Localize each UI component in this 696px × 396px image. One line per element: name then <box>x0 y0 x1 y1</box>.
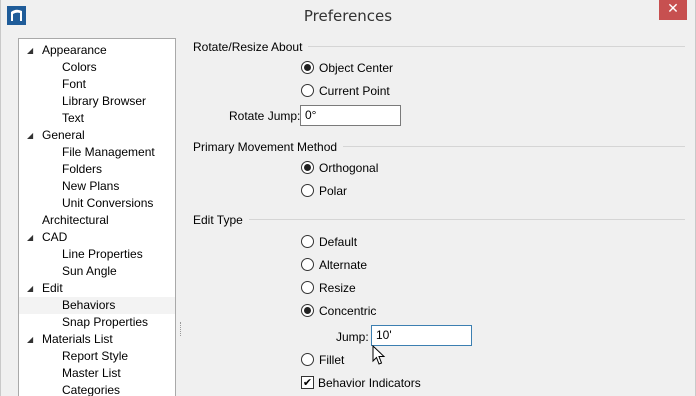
rotate-group-title: Rotate/Resize About <box>193 40 309 54</box>
tree-item-cad[interactable]: ◢ CAD <box>19 229 175 246</box>
rotate-jump-label: Rotate Jump: <box>229 109 301 123</box>
preferences-window: Preferences ✕ ◢ Appearance Colors Font L… <box>0 0 696 396</box>
tree-item-file-management[interactable]: File Management <box>19 144 175 161</box>
splitter-grip[interactable] <box>180 322 182 336</box>
tree-item-label: Font <box>62 77 87 91</box>
tree-item-edit[interactable]: ◢ Edit <box>19 280 175 297</box>
tree-item-label: Materials List <box>42 332 113 346</box>
tree-item-label: Behaviors <box>62 298 116 312</box>
checkbox-label: Behavior Indicators <box>318 376 421 390</box>
radio-label: Orthogonal <box>319 161 379 175</box>
tree-item-font[interactable]: Font <box>19 76 175 93</box>
tree-item-unit-conversions[interactable]: Unit Conversions <box>19 195 175 212</box>
tree-item-colors[interactable]: Colors <box>19 59 175 76</box>
tree-item-text[interactable]: Text <box>19 110 175 127</box>
tree-item-label: General <box>42 128 85 142</box>
radio-label: Default <box>319 235 358 249</box>
tree-item-label: Architectural <box>42 213 109 227</box>
close-icon: ✕ <box>667 1 679 17</box>
radio-label: Resize <box>319 281 356 295</box>
tree-item-label: Categories <box>62 383 121 396</box>
tree-item-label: CAD <box>42 230 68 244</box>
behavior-indicators-checkbox[interactable]: ✔ <box>301 376 314 389</box>
tree-item-snap-properties[interactable]: Snap Properties <box>19 314 175 331</box>
tree-item-behaviors[interactable]: Behaviors <box>19 297 175 314</box>
tree-item-label: File Management <box>62 145 155 159</box>
concentric-jump-input[interactable]: 10' <box>371 325 472 346</box>
tree-item-sun-angle[interactable]: Sun Angle <box>19 263 175 280</box>
tree-item-general[interactable]: ◢ General <box>19 127 175 144</box>
radio-label: Object Center <box>319 61 394 75</box>
tree-item-label: Snap Properties <box>62 315 149 329</box>
window-title: Preferences <box>303 7 393 25</box>
tree-item-master-list[interactable]: Master List <box>19 365 175 382</box>
radio-label: Current Point <box>319 84 390 98</box>
tree-item-label: Text <box>62 111 85 125</box>
tree-item-label: Sun Angle <box>62 264 117 278</box>
tree-item-label: Colors <box>62 60 97 74</box>
tree-item-new-plans[interactable]: New Plans <box>19 178 175 195</box>
title-bar: Preferences ✕ <box>1 0 695 31</box>
close-button[interactable]: ✕ <box>659 0 687 20</box>
concentric-jump-label: Jump: <box>336 330 369 344</box>
edit-type-group-title: Edit Type <box>193 213 249 227</box>
tree-item-label: Folders <box>62 162 103 176</box>
tree-item-label: Report Style <box>62 349 129 363</box>
radio-label: Alternate <box>319 258 368 272</box>
tree-item-label: New Plans <box>62 179 120 193</box>
group-separator <box>197 219 685 220</box>
radio-default[interactable] <box>301 235 314 248</box>
mouse-pointer-icon <box>372 345 386 365</box>
tree-item-materials-list[interactable]: ◢ Materials List <box>19 331 175 348</box>
checkmark-icon: ✔ <box>302 376 313 389</box>
radio-label: Fillet <box>319 353 345 367</box>
expanded-arrow-icon[interactable]: ◢ <box>27 229 37 246</box>
radio-orthogonal[interactable] <box>301 161 314 174</box>
expanded-arrow-icon[interactable]: ◢ <box>27 127 37 144</box>
tree-item-label: Line Properties <box>62 247 143 261</box>
tree-item-label: Appearance <box>42 43 107 57</box>
radio-polar[interactable] <box>301 184 314 197</box>
expanded-arrow-icon[interactable]: ◢ <box>27 42 37 59</box>
radio-current-point[interactable] <box>301 84 314 97</box>
tree-item-line-properties[interactable]: Line Properties <box>19 246 175 263</box>
tree-item-label: Master List <box>62 366 121 380</box>
tree-item-architectural[interactable]: Architectural <box>19 212 175 229</box>
radio-object-center[interactable] <box>301 61 314 74</box>
tree-item-appearance[interactable]: ◢ Appearance <box>19 42 175 59</box>
tree-item-categories[interactable]: Categories <box>19 382 175 396</box>
tree-item-library-browser[interactable]: Library Browser <box>19 93 175 110</box>
tree-item-report-style[interactable]: Report Style <box>19 348 175 365</box>
expanded-arrow-icon[interactable]: ◢ <box>27 331 37 348</box>
radio-alternate[interactable] <box>301 258 314 271</box>
category-tree[interactable]: ◢ Appearance Colors Font Library Browser… <box>18 38 176 396</box>
radio-resize[interactable] <box>301 281 314 294</box>
radio-concentric[interactable] <box>301 304 314 317</box>
tree-item-label: Library Browser <box>62 94 147 108</box>
radio-label: Concentric <box>319 304 377 318</box>
radio-label: Polar <box>319 184 348 198</box>
expanded-arrow-icon[interactable]: ◢ <box>27 280 37 297</box>
movement-group-title: Primary Movement Method <box>193 140 344 154</box>
tree-item-label: Unit Conversions <box>62 196 154 210</box>
tree-item-label: Edit <box>42 281 63 295</box>
tree-item-folders[interactable]: Folders <box>19 161 175 178</box>
radio-fillet[interactable] <box>301 353 314 366</box>
rotate-jump-input[interactable]: 0° <box>300 105 401 126</box>
